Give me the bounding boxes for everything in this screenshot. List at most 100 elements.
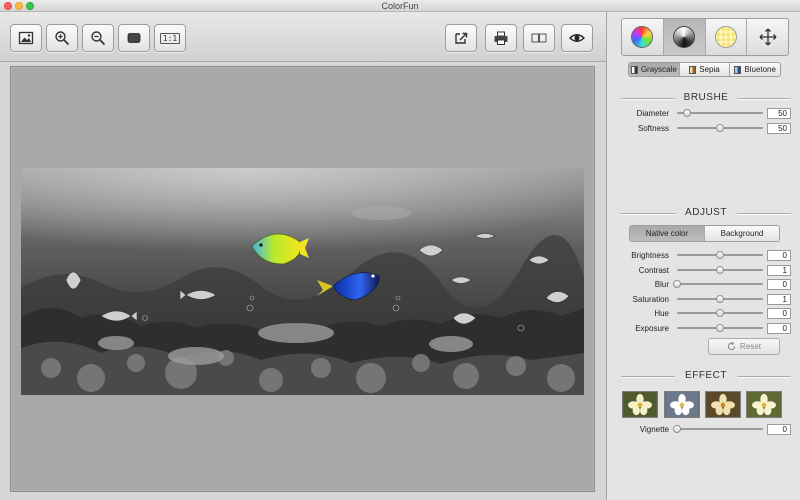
share-button[interactable]: [445, 24, 477, 52]
adjust-tabs: Native color Background: [629, 225, 780, 242]
flower-icon: [623, 392, 657, 417]
diameter-slider-row: Diameter 50: [621, 106, 791, 120]
tab-grayscale[interactable]: Grayscale: [629, 63, 680, 76]
photo-image: [21, 168, 584, 395]
contrast-slider[interactable]: [677, 266, 763, 274]
mode-selector: [621, 18, 789, 56]
actual-size-button[interactable]: 1:1: [154, 24, 186, 52]
brightness-label: Brightness: [631, 250, 669, 260]
hue-slider-row: Hue 0: [621, 306, 791, 320]
brightness-knob[interactable]: [716, 251, 724, 259]
color-wheel-icon: [631, 26, 654, 48]
mode-color-wheel-button[interactable]: [622, 19, 664, 55]
softness-label: Softness: [637, 123, 669, 133]
softness-slider[interactable]: [677, 124, 763, 132]
tab-grayscale-label: Grayscale: [640, 65, 677, 74]
actual-size-icon: 1:1: [159, 32, 181, 44]
saturation-slider-row: Saturation 1: [621, 292, 791, 306]
effect-thumbnail-3[interactable]: [705, 391, 741, 418]
softness-knob[interactable]: [716, 124, 724, 132]
hue-slider[interactable]: [677, 309, 763, 317]
blur-knob[interactable]: [673, 280, 681, 288]
softness-slider-row: Softness 50: [621, 121, 791, 135]
bluetone-swatch-icon: [734, 65, 742, 74]
contrast-knob[interactable]: [716, 266, 724, 274]
flower-icon: [665, 392, 699, 417]
title-bar: ColorFun: [0, 0, 800, 12]
app-window: ColorFun 1:1 Grayscale Sepia Bluetone BR…: [0, 0, 800, 500]
fit-screen-icon: [127, 33, 141, 43]
softness-value[interactable]: 50: [767, 122, 791, 134]
exposure-slider[interactable]: [677, 324, 763, 332]
zoom-in-icon: [55, 31, 70, 46]
tab-sepia[interactable]: Sepia: [680, 63, 731, 76]
vignette-value[interactable]: 0: [767, 423, 791, 435]
zoom-out-button[interactable]: [82, 24, 114, 52]
grayscale-swatch-icon: [630, 65, 638, 74]
grayscale-wheel-icon: [673, 26, 696, 48]
blur-slider-row: Blur 0: [621, 277, 791, 291]
blur-slider[interactable]: [673, 280, 763, 288]
tab-sepia-label: Sepia: [699, 65, 720, 74]
mode-move-button[interactable]: [747, 19, 788, 55]
effect-thumbnail-2[interactable]: [664, 391, 700, 418]
zoom-out-icon: [91, 31, 106, 46]
open-image-button[interactable]: [10, 24, 42, 52]
mode-grayscale-button[interactable]: [663, 19, 706, 55]
fit-screen-button[interactable]: [118, 24, 150, 52]
hue-label: Hue: [654, 308, 669, 318]
diameter-label: Diameter: [636, 108, 669, 118]
adjust-heading: ADJUST: [621, 207, 791, 218]
hue-value[interactable]: 0: [767, 307, 791, 319]
effect-heading: EFFECT: [621, 370, 791, 381]
reset-label: Reset: [740, 342, 761, 351]
sepia-swatch-icon: [689, 65, 697, 74]
effect-thumbnail-1[interactable]: [622, 391, 658, 418]
blur-value[interactable]: 0: [767, 278, 791, 290]
exposure-knob[interactable]: [716, 324, 724, 332]
tab-bluetone-label: Bluetone: [744, 65, 776, 74]
canvas-area[interactable]: [10, 66, 595, 492]
zoom-in-button[interactable]: [46, 24, 78, 52]
pattern-icon: [714, 26, 737, 48]
preview-button[interactable]: [561, 24, 593, 52]
reset-button[interactable]: Reset: [708, 338, 780, 355]
contrast-label: Contrast: [638, 265, 669, 275]
exposure-value[interactable]: 0: [767, 322, 791, 334]
brightness-slider[interactable]: [677, 251, 763, 259]
brightness-value[interactable]: 0: [767, 249, 791, 261]
mode-pattern-button[interactable]: [706, 19, 748, 55]
tab-native-color[interactable]: Native color: [630, 226, 705, 241]
aquarium-photo[interactable]: [21, 168, 584, 395]
tone-tabs: Grayscale Sepia Bluetone: [628, 62, 781, 77]
print-button[interactable]: [485, 24, 517, 52]
tab-bluetone[interactable]: Bluetone: [730, 63, 780, 76]
tab-background[interactable]: Background: [705, 226, 779, 241]
saturation-knob[interactable]: [716, 295, 724, 303]
contrast-value[interactable]: 1: [767, 264, 791, 276]
image-icon: [18, 31, 34, 45]
saturation-label: Saturation: [632, 294, 669, 304]
compare-icon: [531, 33, 547, 43]
contrast-slider-row: Contrast 1: [621, 263, 791, 277]
vignette-slider[interactable]: [673, 425, 763, 433]
hue-knob[interactable]: [716, 309, 724, 317]
vignette-knob[interactable]: [673, 425, 681, 433]
diameter-knob[interactable]: [683, 109, 692, 117]
flower-icon: [747, 392, 781, 417]
vignette-label: Vignette: [639, 424, 669, 434]
refresh-icon: [727, 342, 736, 351]
saturation-slider[interactable]: [677, 295, 763, 303]
effect-thumbnail-4[interactable]: [746, 391, 782, 418]
brush-heading: BRUSHE: [621, 92, 791, 103]
blur-label: Blur: [654, 279, 669, 289]
share-icon: [455, 32, 468, 44]
compare-button[interactable]: [523, 24, 555, 52]
vignette-slider-row: Vignette 0: [621, 422, 791, 436]
saturation-value[interactable]: 1: [767, 293, 791, 305]
exposure-slider-row: Exposure 0: [621, 321, 791, 335]
move-icon: [759, 28, 777, 46]
diameter-slider[interactable]: [677, 109, 763, 117]
sidebar-panel: Grayscale Sepia Bluetone BRUSHE Diameter…: [606, 12, 800, 500]
diameter-value[interactable]: 50: [767, 107, 791, 119]
